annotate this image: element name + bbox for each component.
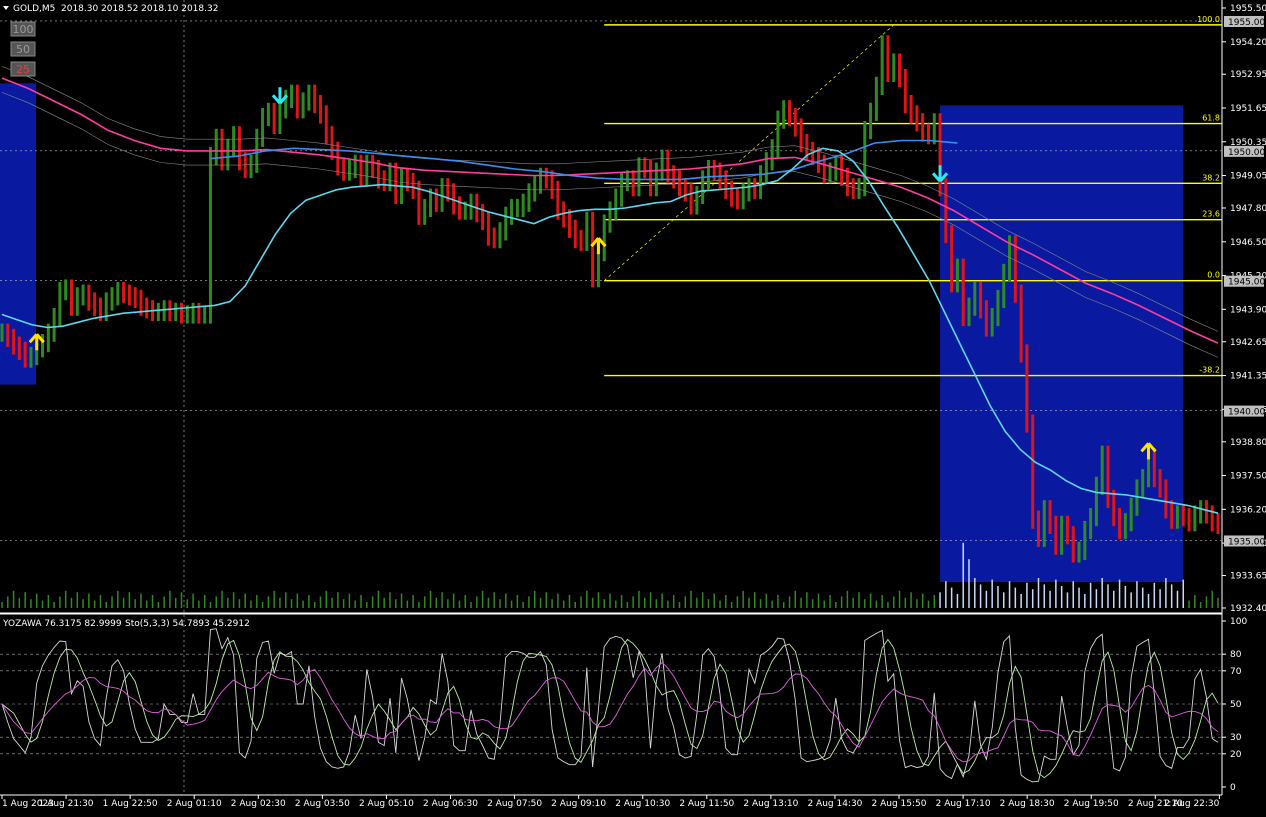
zoom-buttons: 100 50 25: [10, 21, 36, 77]
price-marker-label: 1940.00: [1228, 408, 1265, 418]
osc-tick-label: 20: [1230, 750, 1242, 760]
price-tick-label: 1943.90: [1230, 305, 1266, 315]
time-tick-label: 2 Aug 15:50: [872, 799, 927, 809]
time-tick-label: 2 Aug 03:50: [295, 799, 350, 809]
price-tick-label: 1954.20: [1230, 38, 1266, 48]
fib-level-label: 23.6: [1202, 210, 1220, 219]
trading-chart[interactable]: 100.0 61.8 38.2 23.6 0.0 -38.2 1955.50 1954.20…: [0, 0, 1266, 813]
time-tick-label: 2 Aug 06:30: [423, 799, 478, 809]
price-tick-label: 1942.65: [1230, 338, 1266, 348]
price-tick-label: 1932.40: [1230, 604, 1266, 614]
osc-tick-label: 0: [1230, 783, 1236, 793]
price-tick-label: 1955.50: [1230, 4, 1266, 14]
price-tick-label: 1946.50: [1230, 238, 1266, 248]
time-tick-label: 2 Aug 17:10: [936, 799, 991, 809]
time-tick-label: 2 Aug 09:10: [551, 799, 606, 809]
chart-canvas[interactable]: 100.0 61.8 38.2 23.6 0.0 -38.2 1955.50 1954.20…: [0, 0, 1266, 813]
price-tick-label: 1937.50: [1230, 472, 1266, 482]
price-tick-label: 1949.05: [1230, 172, 1266, 182]
time-tick-label: 2 Aug 07:50: [487, 799, 542, 809]
symbol-label: GOLD,M5: [13, 4, 55, 14]
fib-level-label: 38.2: [1202, 173, 1220, 182]
zoom-button-25-label: 25: [16, 63, 30, 76]
time-tick-label: 2 Aug 10:30: [615, 799, 670, 809]
zoom-button-50-label: 50: [16, 43, 30, 56]
price-marker-label: 1945.00: [1228, 278, 1265, 288]
price-marker-label: 1950.00: [1228, 148, 1265, 158]
time-tick-label: 2 Aug 11:50: [679, 799, 734, 809]
stoch-label: Sto(5,3,3) 54.7893 45.2912: [125, 619, 250, 629]
time-tick-label: 2 Aug 18:30: [1000, 799, 1055, 809]
price-tick-label: 1938.80: [1230, 438, 1266, 448]
time-tick-label: 1 Aug 21:30: [39, 799, 94, 809]
osc-tick-label: 30: [1230, 733, 1242, 743]
time-tick-label: 2 Aug 19:50: [1064, 799, 1119, 809]
price-tick-label: 1936.20: [1230, 505, 1266, 515]
fib-level-label: 61.8: [1202, 114, 1220, 123]
price-tick-label: 1933.65: [1230, 572, 1266, 582]
time-tick-label: 2 Aug 02:30: [231, 799, 286, 809]
time-tick-label: 1 Aug 22:50: [103, 799, 158, 809]
range-box-right: [940, 105, 1184, 583]
time-tick-label: 2 Aug 05:10: [359, 799, 414, 809]
fib-level-label: 0.0: [1207, 271, 1220, 280]
time-tick-label: 2 Aug 01:10: [167, 799, 222, 809]
time-tick-label: 2 Aug 14:30: [807, 799, 862, 809]
time-tick-label: 2 Aug 22:30: [1164, 799, 1219, 809]
fib-level-label: -38.2: [1199, 366, 1220, 375]
price-tick-label: 1952.95: [1230, 70, 1266, 80]
osc-tick-label: 70: [1230, 667, 1242, 677]
price-marker-label: 1935.00: [1228, 537, 1265, 547]
ohlc-label: 2018.30 2018.52 2018.10 2018.32: [61, 4, 218, 14]
time-tick-label: 2 Aug 13:10: [743, 799, 798, 809]
price-tick-label: 1947.80: [1230, 204, 1266, 214]
indicator-label: YOZAWA 76.3175 82.9999: [2, 619, 122, 629]
price-tick-label: 1941.35: [1230, 372, 1266, 382]
zoom-button-100-label: 100: [13, 23, 34, 36]
osc-tick-label: 100: [1230, 617, 1247, 627]
price-marker-label: 1955.00: [1228, 18, 1265, 28]
osc-tick-label: 80: [1230, 650, 1242, 660]
price-tick-label: 1951.65: [1230, 104, 1266, 114]
osc-tick-label: 50: [1230, 700, 1242, 710]
fib-level-label: 100.0: [1197, 15, 1220, 24]
